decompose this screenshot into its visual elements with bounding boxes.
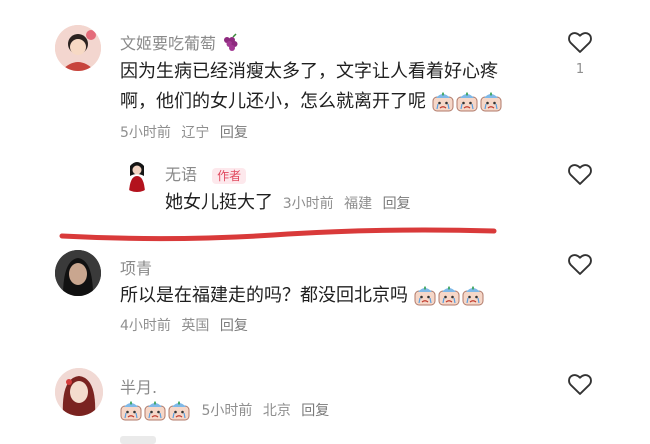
comment-text-line: 因为生病已经消瘦太多了，文字让人看着好心疼 <box>120 61 498 82</box>
heart-outline-icon[interactable] <box>566 28 594 56</box>
comment-text: 所以是在福建走的吗？都没回北京吗 <box>120 281 485 311</box>
like-button[interactable] <box>566 160 594 188</box>
author-tag: 作者 <box>212 168 247 184</box>
next-comment-partial <box>120 436 156 444</box>
avatar[interactable] <box>55 250 101 296</box>
avatar[interactable] <box>55 25 101 71</box>
emoji-group <box>432 91 503 113</box>
like-button[interactable] <box>566 250 594 278</box>
timestamp: 5小时前 <box>201 403 253 419</box>
comment-text: 她女儿挺大了 3小时前 福建 回复 <box>165 188 417 219</box>
reply-button[interactable]: 回复 <box>301 403 329 419</box>
avatar[interactable] <box>120 158 154 192</box>
crying-face-emoji <box>438 285 460 307</box>
timestamp: 5小时前 <box>120 125 171 141</box>
comment-meta: 4小时前 英国 回复 <box>120 315 254 335</box>
crying-face-emoji <box>456 91 478 113</box>
like-button[interactable] <box>566 370 594 398</box>
crying-face-emoji <box>144 400 166 422</box>
author-name[interactable]: 文姬要吃葡萄 <box>120 34 216 53</box>
emoji-group <box>120 400 191 422</box>
comment-author[interactable]: 半月. <box>120 374 157 398</box>
grape-icon <box>221 32 241 56</box>
emoji-group <box>414 285 485 307</box>
author-name[interactable]: 项青 <box>120 259 152 278</box>
reply-button[interactable]: 回复 <box>220 125 248 141</box>
red-underline-annotation <box>59 227 497 242</box>
crying-face-emoji <box>120 400 142 422</box>
location: 英国 <box>181 318 210 334</box>
heart-outline-icon[interactable] <box>566 370 594 398</box>
heart-outline-icon[interactable] <box>566 250 594 278</box>
timestamp: 4小时前 <box>120 318 171 334</box>
comment-meta: 5小时前 辽宁 回复 <box>120 122 254 142</box>
like-button[interactable] <box>566 28 594 56</box>
timestamp: 3小时前 <box>282 196 334 212</box>
reply-button[interactable]: 回复 <box>383 196 411 212</box>
heart-outline-icon[interactable] <box>566 160 594 188</box>
comment-meta: 3小时前 福建 回复 <box>283 196 417 212</box>
author-name[interactable]: 半月. <box>120 378 157 397</box>
like-count: 1 <box>575 62 585 77</box>
avatar[interactable] <box>55 368 103 416</box>
crying-face-emoji <box>462 285 484 307</box>
crying-face-emoji <box>480 91 502 113</box>
comment-text: 啊，他们的女儿还小，怎么就离开了呢 <box>120 87 503 117</box>
author-name[interactable]: 无语 <box>165 165 197 184</box>
comment-meta: 5小时前 北京 回复 <box>120 400 335 422</box>
comment-author[interactable]: 项青 <box>120 255 152 279</box>
location: 辽宁 <box>181 125 210 141</box>
comment-text-line: 啊，他们的女儿还小，怎么就离开了呢 <box>120 91 426 112</box>
crying-face-emoji <box>432 91 454 113</box>
comment-text: 因为生病已经消瘦太多了，文字让人看着好心疼 <box>120 57 498 87</box>
comment-author[interactable]: 文姬要吃葡萄 <box>120 30 241 56</box>
reply-button[interactable]: 回复 <box>220 318 248 334</box>
location: 北京 <box>262 403 291 419</box>
crying-face-emoji <box>414 285 436 307</box>
location: 福建 <box>344 196 373 212</box>
comment-text-line: 所以是在福建走的吗？都没回北京吗 <box>120 285 408 306</box>
comment-author[interactable]: 无语 作者 <box>165 161 247 185</box>
crying-face-emoji <box>168 400 190 422</box>
comment-text-line: 她女儿挺大了 <box>165 192 273 213</box>
